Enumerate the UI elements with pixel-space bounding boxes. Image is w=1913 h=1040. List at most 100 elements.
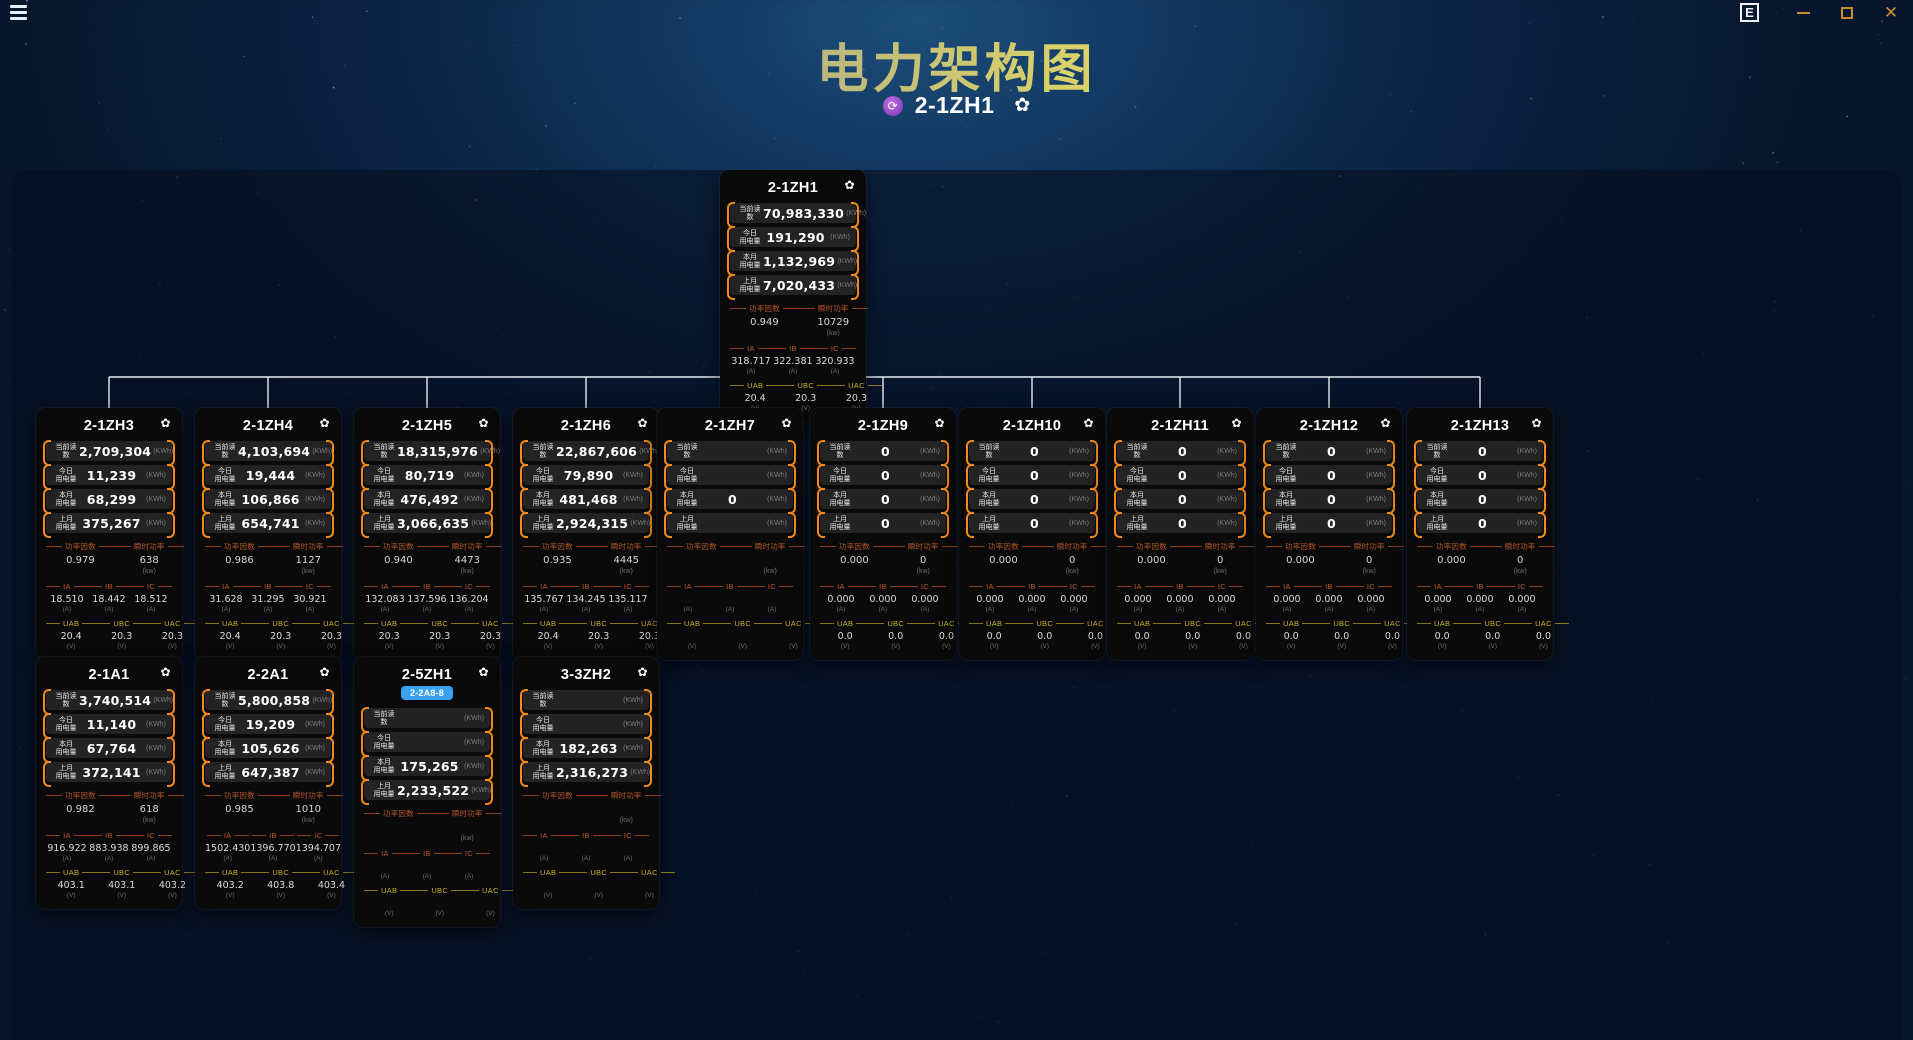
gear-icon[interactable]: ✿ <box>318 417 331 430</box>
gear-icon[interactable]: ✿ <box>933 417 946 430</box>
current-row: IA (A) IB (A) IC (A) <box>364 849 491 880</box>
metric-label: 上月 用电量 <box>532 515 554 531</box>
metric-unit: (KWh) <box>630 768 651 776</box>
node-card-3-3ZH2[interactable]: 3-3ZH2 ✿ 当前读数 (KWh) 今日 用电量 (KWh) 本月 用电量 182,263… <box>513 657 675 909</box>
current-unit: (A) <box>146 855 156 862</box>
node-card-2-2A1[interactable]: 2-2A1 ✿ 当前读数 5,800,858 (KWh) 今日 用电量 19,209 (KWh… <box>195 657 357 909</box>
instant-power-value: 0 <box>1517 555 1524 566</box>
voltage-UAB: UAB 0.0 (V) <box>820 619 871 650</box>
gear-icon[interactable]: ✿ <box>1530 417 1543 430</box>
maximize-button[interactable] <box>1825 0 1869 25</box>
metric-label: 今日 用电量 <box>532 716 554 732</box>
metric-label: 上月 用电量 <box>214 515 236 531</box>
instant-power-label: 瞬时功率 <box>735 541 805 552</box>
power-factor-unit <box>46 817 115 825</box>
metric-row-this_month: 本月 用电量 0 (KWh) <box>1263 488 1395 514</box>
current-unit: (A) <box>104 606 114 613</box>
metric-value: 80,719 <box>404 467 455 483</box>
current-row: IA 0.000 (A) IB 0.000 (A) IC 0.000 (A) <box>1417 582 1544 613</box>
power-summary-row: 功率因数 0.985 瞬时功率 1010 (kw) <box>205 790 343 825</box>
metric-unit: (KWh) <box>1069 519 1089 527</box>
power-summary-row: 功率因数 0.986 瞬时功率 1127 (kw) <box>205 541 343 576</box>
node-card-2-1ZH12[interactable]: 2-1ZH12 ✿ 当前读数 0 (KWh) 今日 用电量 0 (KWh) 本月 用电量 0 (KW… <box>1256 408 1418 660</box>
metric-unit: (KWh) <box>767 471 787 479</box>
instant-power-block: 瞬时功率 4445 (kw) <box>591 541 661 576</box>
gear-icon[interactable]: ✿ <box>1014 94 1030 117</box>
metric-value: 5,800,858 <box>238 692 311 708</box>
current-IB: IB 137.596 (A) <box>406 582 448 613</box>
voltage-value: 20.3 <box>479 631 502 642</box>
metric-row-last_month: 上月 用电量 2,316,273 (KWh) <box>520 761 652 787</box>
node-card-2-1ZH6[interactable]: 2-1ZH6 ✿ 当前读数 22,867,606 (KWh) 今日 用电量 79,890 (K… <box>513 408 675 660</box>
instant-power-label: 瞬时功率 <box>1185 541 1255 552</box>
current-value: 31.628 <box>209 594 243 605</box>
gear-icon[interactable]: ✿ <box>159 417 172 430</box>
metric-list: 当前读数 5,800,858 (KWh) 今日 用电量 19,209 (KWh) 本月 用电… <box>202 689 334 787</box>
metric-value: 372,141 <box>82 764 141 780</box>
voltage-UAB: UAB (V) <box>364 886 415 917</box>
node-card-2-1ZH7[interactable]: 2-1ZH7 ✿ 当前读数 (KWh) 今日 用电量 (KWh) 本月 用电量 0 (KWh) 上… <box>657 408 819 660</box>
metric-unit: (KWh) <box>639 447 660 455</box>
metric-label: 今日 用电量 <box>978 467 1000 483</box>
refresh-icon[interactable]: ⟳ <box>882 95 903 116</box>
instant-power-value: 618 <box>139 804 159 815</box>
metric-value: 3,066,635 <box>397 515 470 531</box>
node-card-2-1ZH5[interactable]: 2-1ZH5 ✿ 当前读数 18,315,976 (KWh) 今日 用电量 80,719 (K… <box>354 408 516 660</box>
current-IC: IC (A) <box>750 582 794 613</box>
voltage-UAC: UAC 20.3(V) <box>465 619 516 650</box>
metric-value: 182,263 <box>559 740 618 756</box>
gear-icon[interactable]: ✿ <box>1082 417 1095 430</box>
instant-power-block: 瞬时功率 4473 (kw) <box>432 541 502 576</box>
node-card-2-1ZH13[interactable]: 2-1ZH13 ✿ 当前读数 0 (KWh) 今日 用电量 0 (KWh) 本月 用电量 0 (KW… <box>1407 408 1569 660</box>
gear-icon[interactable]: ✿ <box>318 666 331 679</box>
instant-power-label: 瞬时功率 <box>273 541 343 552</box>
gear-icon[interactable]: ✿ <box>159 666 172 679</box>
node-card-2-1ZH10[interactable]: 2-1ZH10 ✿ 当前读数 0 (KWh) 今日 用电量 0 (KWh) 本月 用电量 0 (KW… <box>959 408 1121 660</box>
hamburger-icon[interactable] <box>10 5 27 20</box>
gear-icon[interactable]: ✿ <box>477 417 490 430</box>
current-value: 0.000 <box>1018 594 1046 605</box>
current-label: IB <box>1459 582 1501 591</box>
node-card-2-1A1[interactable]: 2-1A1 ✿ 当前读数 3,740,514 (KWh) 今日 用电量 11,140 (KWh… <box>36 657 198 909</box>
e-badge-icon[interactable]: E <box>1740 3 1759 22</box>
node-card-2-1ZH9[interactable]: 2-1ZH9 ✿ 当前读数 0 (KWh) 今日 用电量 0 (KWh) 本月 用电量 0 (KWh… <box>810 408 972 660</box>
metric-label: 今日 用电量 <box>373 734 395 750</box>
node-card-2-1ZH4[interactable]: 2-1ZH4 ✿ 当前读数 4,103,694 (KWh) 今日 用电量 19,444 (KW… <box>195 408 357 660</box>
gear-icon[interactable]: ✿ <box>477 666 490 679</box>
current-label: IB <box>88 831 130 840</box>
voltage-row: UAB 0.0 (V) UBC 0.0 (V) UAC 0.0 (V) <box>1417 619 1569 650</box>
current-IA: IA (A) <box>667 582 709 613</box>
power-factor-unit <box>523 817 592 825</box>
node-card-2-1ZH1[interactable]: 2-1ZH1 ✿ 当前读数 70,983,330 (KWh) 今日 用电量 191,290(… <box>720 170 882 422</box>
current-IA: IA 916.922 (A) <box>46 831 88 862</box>
gear-icon[interactable]: ✿ <box>780 417 793 430</box>
node-title: 2-1A1 <box>88 667 130 683</box>
gear-icon[interactable]: ✿ <box>1379 417 1392 430</box>
current-unit: (A) <box>1217 606 1227 613</box>
metric-value: 68,299 <box>86 491 137 507</box>
gear-icon[interactable]: ✿ <box>636 666 649 679</box>
metric-label: 当前读数 <box>829 443 851 459</box>
metric-label: 今日 用电量 <box>1426 467 1448 483</box>
node-header: 2-1ZH4 ✿ <box>205 416 331 441</box>
gear-icon[interactable]: ✿ <box>843 179 856 192</box>
current-unit: (A) <box>1027 606 1037 613</box>
metric-value: 191,290 <box>766 229 825 245</box>
minimize-button[interactable] <box>1781 0 1825 25</box>
metric-unit: (KWh) <box>305 768 325 776</box>
instant-power-block: 瞬时功率 638 (kw) <box>114 541 184 576</box>
metric-label: 上月 用电量 <box>55 764 77 780</box>
node-title: 2-1ZH5 <box>401 418 453 434</box>
voltage-unit: (V) <box>117 643 127 650</box>
metric-unit: (KWh) <box>837 257 858 265</box>
metric-label: 本月 用电量 <box>829 491 851 507</box>
node-header: 2-1ZH13 ✿ <box>1417 416 1543 441</box>
power-factor-block: 功率因数 0.982 <box>46 790 115 825</box>
gear-icon[interactable]: ✿ <box>1230 417 1243 430</box>
node-card-2-1ZH11[interactable]: 2-1ZH11 ✿ 当前读数 0 (KWh) 今日 用电量 0 (KWh) 本月 用电量 0 (KW… <box>1107 408 1269 660</box>
current-value: 0.000 <box>1208 594 1236 605</box>
node-card-2-5ZH1[interactable]: 2-5ZH1 ✿ 2-2A8-8 当前读数 (KWh) 今日 用电量 (KWh) 本月 用电量… <box>354 657 516 927</box>
close-button[interactable]: ✕ <box>1869 0 1913 25</box>
node-card-2-1ZH3[interactable]: 2-1ZH3 ✿ 当前读数 2,709,304 (KWh) 今日 用电量 11,239 (KW… <box>36 408 198 660</box>
gear-icon[interactable]: ✿ <box>636 417 649 430</box>
